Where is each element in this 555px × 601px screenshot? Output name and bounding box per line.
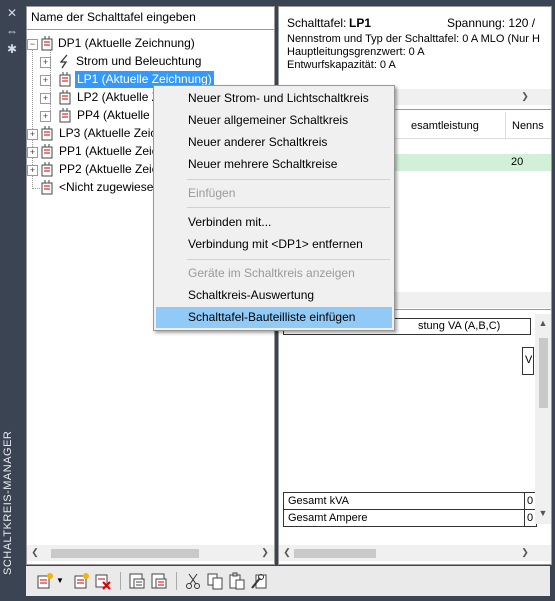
panel-icon — [40, 36, 54, 51]
panel-search-placeholder: Name der Schalttafel eingeben — [31, 10, 196, 24]
summary-header-label: stung VA (A,B,C) — [418, 320, 501, 332]
tree-item-label: LP2 (Aktuelle Z — [77, 90, 160, 104]
design-capacity-line: Entwurfskapazität: 0 A — [287, 59, 396, 71]
menu-item-circuit-evaluation[interactable]: Schaltkreis-Auswertung — [156, 285, 392, 306]
cut-icon[interactable] — [184, 572, 202, 590]
right-horizontal-scrollbar[interactable]: ❮ ❯ — [279, 545, 551, 561]
total-kva-row: Gesamt kVA 0 — [283, 492, 537, 510]
rating-type-line: Nennstrom und Typ der Schalttafel: 0 A M… — [287, 33, 540, 45]
total-kva-label: Gesamt kVA — [288, 495, 349, 507]
panel-search-input[interactable]: Name der Schalttafel eingeben — [27, 7, 274, 30]
panel-list-icon[interactable] — [150, 572, 168, 590]
tree-item-label: DP1 (Aktuelle Zeichnung) — [58, 36, 195, 50]
scrollbar-thumb[interactable] — [51, 549, 199, 558]
menu-item-connect-to[interactable]: Verbinden mit... — [156, 212, 392, 233]
expand-icon[interactable]: + — [40, 75, 51, 86]
row-rating-value: 20 — [511, 156, 524, 168]
tree-item-label: PP2 (Aktuelle Zeic — [59, 162, 158, 176]
menu-item-paste: Einfügen — [188, 186, 236, 200]
scrollbar-thumb[interactable] — [539, 338, 548, 408]
scroll-left-icon[interactable]: ❮ — [30, 547, 40, 557]
bottom-toolbar: ▼ — [26, 566, 550, 596]
close-icon[interactable]: ✕ — [5, 6, 19, 20]
power-lightning-icon — [58, 54, 72, 69]
scroll-right-icon[interactable]: ❯ — [520, 547, 530, 557]
expand-icon[interactable]: + — [27, 147, 38, 158]
panel-icon — [40, 126, 54, 141]
menu-item-disconnect[interactable]: Verbindung mit <DP1> entfernen — [156, 234, 392, 255]
menu-item-new-power-lighting-circuit[interactable]: Neuer Strom- und Lichtschaltkreis — [156, 88, 392, 109]
menu-item-show-devices: Geräte im Schaltkreis anzeigen — [188, 266, 355, 280]
autohide-icon[interactable]: ⇔ — [5, 24, 19, 38]
main-limit-line: Hauptleitungsgrenzwert: 0 A — [287, 46, 425, 58]
tree-item-label: LP3 (Aktuelle Zeic — [59, 126, 157, 140]
panel-icon — [58, 72, 72, 87]
menu-item-new-general-circuit[interactable]: Neuer allgemeiner Schaltkreis — [156, 110, 392, 131]
panel-label: Schalttafel: — [287, 16, 347, 30]
properties-wrench-icon[interactable] — [250, 572, 268, 590]
panel-icon — [40, 144, 54, 159]
voltage-label: Spannung: 120 / — [447, 16, 536, 30]
new-panel-icon[interactable] — [72, 572, 90, 590]
summary-vertical-scrollbar[interactable]: ▲ ▼ — [535, 314, 551, 524]
panel-icon — [40, 180, 54, 195]
scroll-left-icon[interactable]: ❮ — [282, 547, 292, 557]
menu-item-new-other-circuit[interactable]: Neuer anderer Schaltkreis — [156, 132, 392, 153]
tree-item-label: PP1 (Aktuelle Zeic — [59, 144, 158, 158]
scrollbar-thumb[interactable] — [294, 549, 376, 558]
expand-icon[interactable]: + — [27, 165, 38, 176]
expand-icon[interactable]: + — [40, 93, 51, 104]
tree-item-power-lighting[interactable]: + Strom und Beleuchtung — [27, 53, 267, 70]
dropdown-arrow-icon[interactable]: ▼ — [56, 572, 66, 590]
load-summary-grid: stung VA (A,B,C) V Gesamt kVA 0 Gesamt A… — [279, 309, 551, 530]
header-rating: Nenns — [512, 120, 544, 132]
panel-icon — [58, 108, 72, 123]
total-ampere-row: Gesamt Ampere 0 — [283, 509, 537, 527]
total-ampere-value: 0 — [527, 512, 534, 524]
delete-icon[interactable] — [94, 572, 112, 590]
expand-icon[interactable]: + — [40, 57, 51, 68]
panel-schedule-icon[interactable] — [128, 572, 146, 590]
total-kva-value: 0 — [527, 495, 534, 507]
properties-icon[interactable]: ✱ — [5, 42, 19, 56]
copy-icon[interactable] — [206, 572, 224, 590]
header-total-load: esamtleistung — [411, 120, 479, 132]
scroll-up-icon[interactable]: ▲ — [538, 318, 548, 328]
summary-side-value: V — [525, 354, 533, 366]
expand-icon[interactable]: + — [40, 111, 51, 122]
palette-strip: ✕ ⇔ ✱ SCHALTKREIS-MANAGER — [0, 0, 24, 601]
scroll-down-icon[interactable]: ▼ — [538, 508, 548, 518]
new-circuit-icon[interactable] — [36, 572, 54, 590]
panel-name: LP1 — [349, 16, 372, 30]
menu-item-insert-panel-schedule[interactable]: Schalttafel-Bauteilliste einfügen — [156, 307, 392, 328]
scroll-right-icon[interactable]: ❯ — [520, 91, 530, 101]
panel-icon — [40, 162, 54, 177]
tree-item-dp1[interactable]: − DP1 (Aktuelle Zeichnung) — [27, 35, 267, 52]
context-menu: Neuer Strom- und Lichtschaltkreis Neuer … — [153, 85, 395, 331]
tree-item-label: <Nicht zugewiese — [59, 180, 154, 194]
scroll-right-icon[interactable]: ❯ — [260, 547, 270, 557]
paste-icon[interactable] — [228, 572, 246, 590]
palette-title: SCHALTKREIS-MANAGER — [2, 430, 14, 575]
tree-item-label: Strom und Beleuchtung — [76, 54, 202, 68]
tree-item-label: PP4 (Aktuelle Z — [77, 108, 161, 122]
panel-icon — [58, 90, 72, 105]
summary-side-cell: V — [522, 347, 534, 375]
menu-item-new-multiple-circuits[interactable]: Neuer mehrere Schaltkreise — [156, 154, 392, 175]
total-ampere-label: Gesamt Ampere — [288, 512, 368, 524]
expand-icon[interactable]: + — [27, 129, 38, 140]
tree-horizontal-scrollbar[interactable]: ❮ ❯ — [27, 545, 274, 561]
collapse-icon[interactable]: − — [27, 39, 38, 50]
